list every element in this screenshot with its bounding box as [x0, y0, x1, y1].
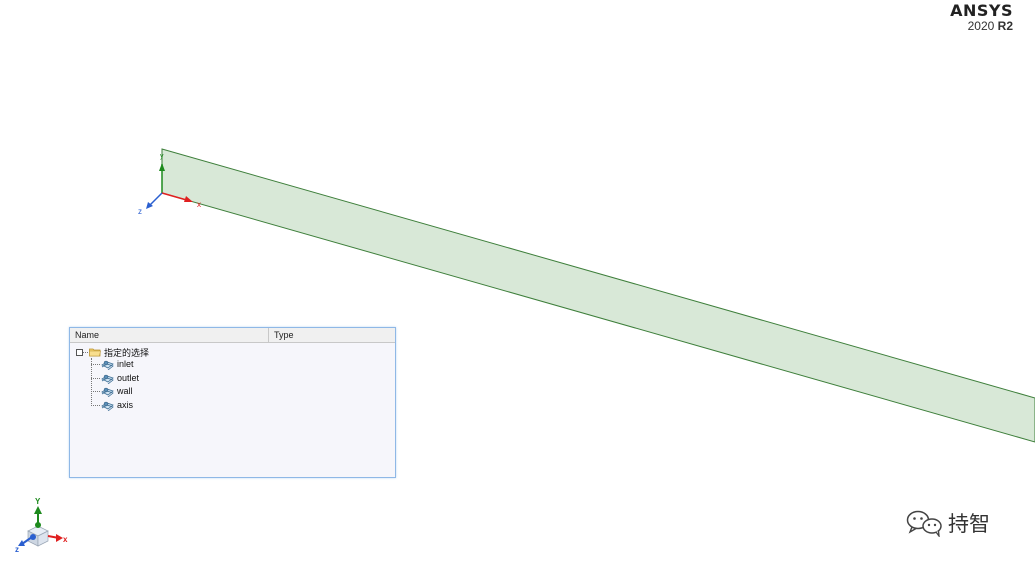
tree-item-label: outlet — [117, 373, 140, 383]
tree-connector — [91, 377, 100, 379]
collapse-toggle-icon[interactable] — [76, 348, 83, 356]
wechat-icon — [906, 510, 942, 537]
triad-x-arrow — [56, 534, 63, 542]
face-selection-icon — [101, 401, 114, 411]
tree-connector — [91, 404, 100, 406]
face-selection-icon — [101, 360, 114, 370]
column-header-type[interactable]: Type — [269, 328, 395, 342]
watermark: 持智 — [905, 508, 990, 538]
local-x-label: x — [197, 200, 201, 209]
local-y-label: y — [160, 153, 164, 160]
tree-connector — [91, 363, 100, 365]
tree-connector — [83, 351, 88, 353]
local-z-label: z — [138, 207, 142, 216]
tree-item-outlet[interactable]: outlet — [91, 372, 139, 384]
triad-y-handle[interactable] — [35, 522, 41, 528]
triad-z-label: z — [15, 545, 19, 554]
face-selection-icon — [101, 374, 114, 384]
folder-icon — [89, 348, 101, 357]
watermark-text: 持智 — [948, 512, 990, 536]
tree-connector — [91, 390, 100, 392]
tree-root-row[interactable]: 指定的选择 — [76, 346, 149, 358]
tree-header: Name Type — [70, 328, 395, 343]
graphics-viewport[interactable]: y x z — [0, 0, 1035, 567]
triad-z-handle[interactable] — [30, 534, 36, 540]
tree-item-wall[interactable]: wall — [91, 385, 133, 397]
triad-y-arrow — [34, 506, 42, 514]
triad-x-label: x — [63, 535, 68, 544]
orientation-triad[interactable]: Y x z — [12, 495, 74, 557]
local-z-axis — [149, 192, 163, 206]
tree-item-axis[interactable]: axis — [91, 399, 133, 411]
tree-item-label: axis — [117, 400, 134, 410]
tree-root-label: 指定的选择 — [104, 347, 150, 358]
tree-item-label: wall — [117, 386, 133, 396]
named-selections-panel[interactable]: Name Type 指定的选择 inlet outlet wall axis — [69, 327, 396, 478]
face-selection-icon — [101, 387, 114, 397]
tree-item-label: inlet — [117, 359, 134, 369]
triad-y-label: Y — [35, 497, 41, 506]
column-header-name[interactable]: Name — [70, 328, 269, 342]
tree-item-inlet[interactable]: inlet — [91, 358, 134, 370]
